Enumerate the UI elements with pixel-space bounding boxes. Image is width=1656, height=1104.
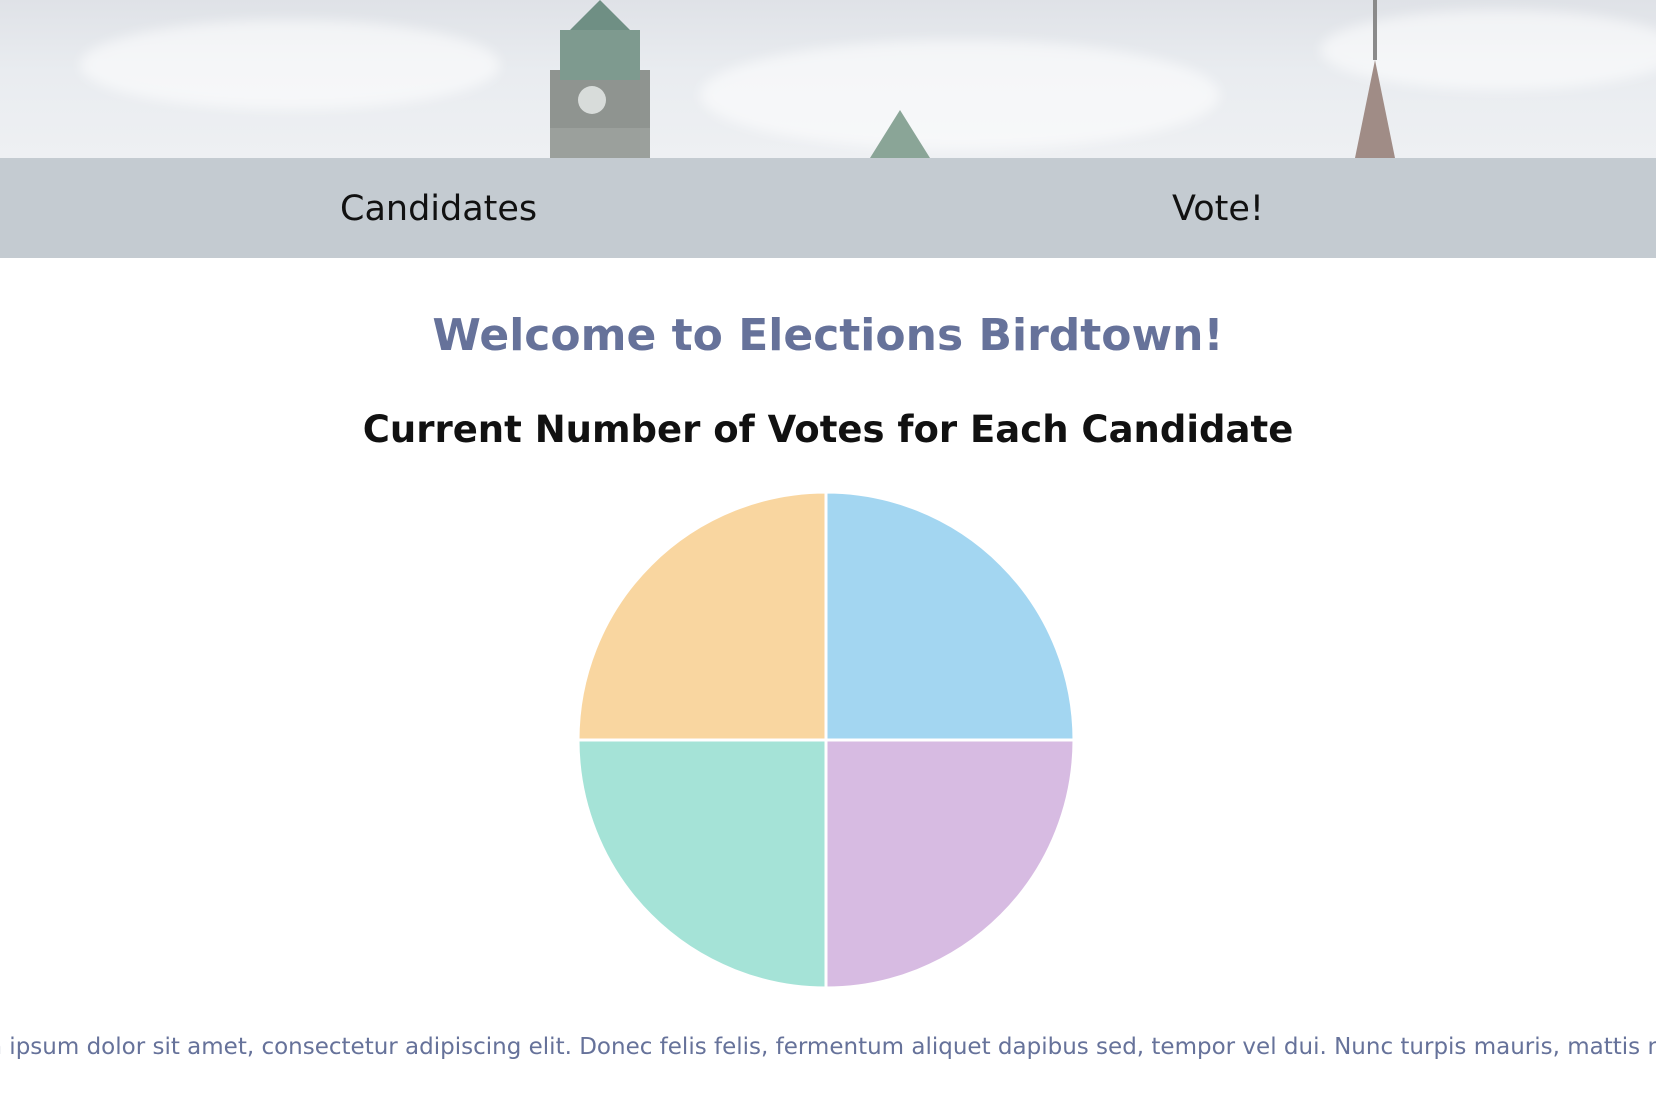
nav-vote-link[interactable]: Vote! xyxy=(1172,189,1264,229)
church-spire-illustration xyxy=(1355,0,1395,158)
page-title: Welcome to Elections Birdtown! xyxy=(432,310,1224,361)
nav-candidates-link[interactable]: Candidates xyxy=(340,189,537,229)
hero-banner-image xyxy=(0,0,1656,158)
chart-title: Current Number of Votes for Each Candida… xyxy=(362,408,1294,451)
pie-slice-2[interactable] xyxy=(824,738,1076,990)
main-nav: Candidates Vote! xyxy=(0,158,1656,258)
votes-pie-chart xyxy=(570,484,1082,996)
pie-slice-1[interactable] xyxy=(824,490,1076,742)
pie-slice-4[interactable] xyxy=(576,490,828,742)
intro-paragraph: Lorem ipsum dolor sit amet, consectetur … xyxy=(0,1034,1656,1060)
small-spire-illustration xyxy=(870,110,930,158)
pie-slice-3[interactable] xyxy=(576,738,828,990)
pie-chart-svg xyxy=(576,490,1076,990)
clock-tower-illustration xyxy=(550,0,650,158)
intro-paragraph-text: Lorem ipsum dolor sit amet, consectetur … xyxy=(0,1034,1656,1060)
